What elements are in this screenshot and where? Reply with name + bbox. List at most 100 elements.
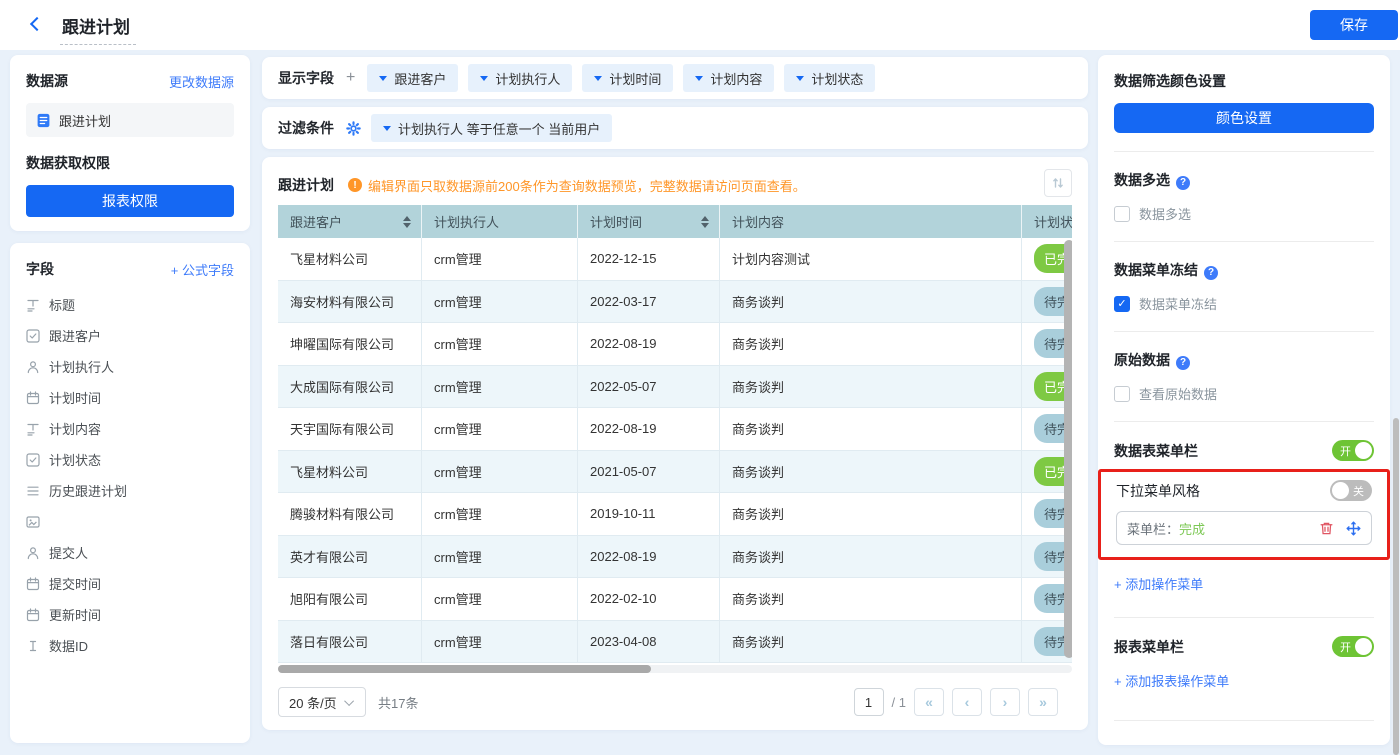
fields-title: 字段: [26, 261, 54, 277]
report-permission-button[interactable]: 报表权限: [26, 185, 234, 217]
field-item[interactable]: 更新时间: [26, 599, 234, 630]
cell-customer: 旭阳有限公司: [278, 578, 422, 621]
sort-order-button[interactable]: [1044, 169, 1072, 197]
cell-executor: crm管理: [422, 450, 578, 493]
column-header[interactable]: 计划时间: [578, 205, 720, 238]
page-size-select[interactable]: 20 条/页: [278, 687, 366, 717]
display-field-chip[interactable]: 计划内容: [683, 64, 775, 92]
cell-content: 计划内容测试: [720, 238, 1022, 281]
page-number-input[interactable]: 1: [853, 688, 884, 716]
datasource-panel: 数据源 更改数据源 跟进计划 数据获取权限 报表权限: [10, 55, 250, 231]
multi-select-checkbox-label: 数据多选: [1139, 207, 1192, 222]
field-item[interactable]: 标题: [26, 289, 234, 320]
menu-item-row[interactable]: 菜单栏： 完成: [1116, 511, 1372, 545]
table-row[interactable]: 落日有限公司crm管理2023-04-08商务谈判待完成: [278, 620, 1072, 663]
back-icon[interactable]: [28, 16, 46, 34]
sort-arrows-icon[interactable]: [701, 215, 709, 228]
chip-label: 计划执行人: [495, 71, 561, 87]
add-display-field-button[interactable]: +: [346, 69, 355, 87]
user-icon: [27, 360, 39, 373]
field-item[interactable]: 计划时间: [26, 382, 234, 413]
last-page-button[interactable]: »: [1028, 688, 1058, 716]
help-icon[interactable]: ?: [1204, 265, 1218, 280]
cell-content: 商务谈判: [720, 535, 1022, 578]
field-item[interactable]: 历史跟进计划: [26, 475, 234, 506]
page-title[interactable]: 跟进计划: [60, 13, 136, 45]
field-item[interactable]: 提交人: [26, 537, 234, 568]
text-icon: [27, 299, 39, 312]
page-total: / 1: [891, 694, 906, 710]
first-page-button[interactable]: «: [914, 688, 944, 716]
field-item[interactable]: 计划执行人: [26, 351, 234, 382]
multi-select-checkbox[interactable]: [1114, 205, 1130, 222]
cell-time: 2022-08-19: [578, 408, 720, 451]
table-row[interactable]: 大成国际有限公司crm管理2022-05-07商务谈判已完成: [278, 365, 1072, 408]
formula-field-link[interactable]: + 公式字段: [171, 260, 234, 279]
toggle-knob: [1355, 638, 1372, 655]
table-vertical-scrollbar[interactable]: [1064, 240, 1072, 658]
sort-arrows-icon[interactable]: [403, 215, 411, 228]
trash-icon[interactable]: [1319, 521, 1334, 536]
field-item[interactable]: 计划状态: [26, 444, 234, 475]
field-item[interactable]: 数据ID: [26, 630, 234, 661]
column-header-label: 计划内容: [732, 215, 785, 230]
scrollbar-thumb[interactable]: [278, 665, 652, 673]
table-row[interactable]: 坤曜国际有限公司crm管理2022-08-19商务谈判待完成: [278, 323, 1072, 366]
menu-freeze-checkbox[interactable]: ✓: [1114, 295, 1130, 312]
save-button[interactable]: 保存: [1310, 10, 1398, 40]
color-setting-button[interactable]: 颜色设置: [1114, 103, 1374, 133]
report-menu-bar-toggle[interactable]: 开: [1332, 636, 1374, 657]
caret-down-icon: [695, 75, 704, 81]
display-field-chip[interactable]: 计划时间: [582, 64, 674, 92]
multi-select-checkbox-row[interactable]: 数据多选: [1114, 204, 1374, 223]
column-header-label: 计划执行人: [434, 215, 500, 230]
table-row[interactable]: 天宇国际有限公司crm管理2022-08-19商务谈判待完成: [278, 408, 1072, 451]
table-row[interactable]: 海安材料有限公司crm管理2022-03-17商务谈判待完成: [278, 280, 1072, 323]
table-row[interactable]: 旭阳有限公司crm管理2022-02-10商务谈判待完成: [278, 578, 1072, 621]
cell-executor: crm管理: [422, 408, 578, 451]
table-horizontal-scrollbar[interactable]: [278, 665, 1072, 673]
table-panel: 跟进计划 ! 编辑界面只取数据源前200条作为查询数据预览，完整数据请访问页面查…: [262, 157, 1088, 730]
dropdown-style-toggle[interactable]: 关: [1330, 480, 1372, 501]
window-scrollbar[interactable]: [1393, 418, 1399, 755]
display-field-chip[interactable]: 计划状态: [784, 64, 876, 92]
filter-label: 过滤条件: [278, 120, 334, 136]
menu-item-value: 完成: [1179, 521, 1206, 537]
table-row[interactable]: 腾骏材料有限公司crm管理2019-10-11商务谈判待完成: [278, 493, 1072, 536]
help-icon[interactable]: ?: [1176, 175, 1190, 190]
column-header[interactable]: 跟进客户: [278, 205, 422, 238]
display-field-chips: 跟进客户 计划执行人 计划时间 计划内容 计划状态: [367, 64, 876, 92]
table-menu-bar-toggle[interactable]: 开: [1332, 440, 1374, 461]
help-icon[interactable]: ?: [1176, 355, 1190, 370]
field-item[interactable]: 计划内容: [26, 413, 234, 444]
page-size-value: 20 条/页: [289, 695, 337, 711]
change-datasource-link[interactable]: 更改数据源: [169, 72, 234, 91]
table-menu-bar-title: 数据表菜单栏: [1114, 442, 1198, 459]
add-report-action-menu-link[interactable]: + 添加报表操作菜单: [1114, 671, 1229, 690]
field-item[interactable]: [26, 506, 234, 537]
filter-condition-chip[interactable]: 计划执行人 等于任意一个 当前用户: [371, 114, 613, 142]
table-title: 跟进计划: [278, 177, 334, 193]
next-page-button[interactable]: ›: [990, 688, 1020, 716]
report-menu-bar-title: 报表菜单栏: [1114, 638, 1184, 655]
field-item[interactable]: 跟进客户: [26, 320, 234, 351]
field-item[interactable]: 提交时间: [26, 568, 234, 599]
raw-data-checkbox-row[interactable]: 查看原始数据: [1114, 384, 1374, 403]
table-row[interactable]: 飞星材料公司crm管理2022-12-15计划内容测试已完成: [278, 238, 1072, 281]
display-field-chip[interactable]: 跟进客户: [367, 64, 459, 92]
menu-freeze-checkbox-label: 数据菜单冻结: [1139, 297, 1218, 312]
menu-freeze-checkbox-row[interactable]: ✓ 数据菜单冻结: [1114, 294, 1374, 313]
chip-label: 计划内容: [710, 71, 763, 87]
prev-page-button[interactable]: ‹: [952, 688, 982, 716]
gear-icon[interactable]: [346, 120, 361, 136]
display-fields-label: 显示字段: [278, 70, 334, 86]
move-icon[interactable]: [1346, 521, 1361, 536]
raw-data-checkbox[interactable]: [1114, 385, 1130, 402]
display-field-chip[interactable]: 计划执行人: [468, 64, 573, 92]
table-row[interactable]: 英才有限公司crm管理2022-08-19商务谈判待完成: [278, 535, 1072, 578]
table-row[interactable]: 飞星材料公司crm管理2021-05-07商务谈判已完成: [278, 450, 1072, 493]
total-count: 共17条: [378, 695, 419, 711]
datasource-item[interactable]: 跟进计划: [26, 103, 234, 137]
add-action-menu-link[interactable]: + 添加操作菜单: [1114, 574, 1203, 593]
field-item-label: 跟进客户: [49, 329, 102, 344]
